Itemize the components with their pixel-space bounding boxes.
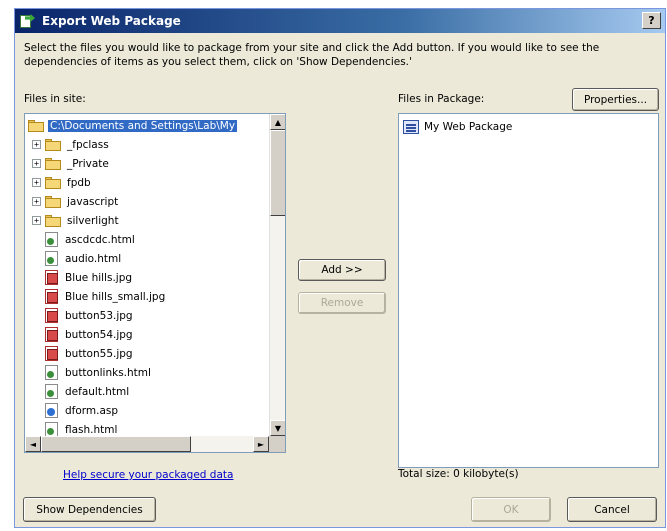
horizontal-scroll-thumb[interactable]	[41, 436, 191, 452]
tree-item-label: ascdcdc.html	[65, 233, 135, 246]
title-bar[interactable]: Export Web Package ?	[15, 9, 665, 33]
tree-item-label: C:\Documents and Settings\Lab\My	[48, 119, 238, 132]
folder-icon	[28, 119, 44, 132]
tree-item-label: button53.jpg	[65, 309, 133, 322]
tree-item-label: _fpclass	[67, 138, 109, 151]
files-in-site-tree[interactable]: C:\Documents and Settings\Lab\My + _fpclas…	[24, 113, 286, 453]
help-secure-link[interactable]: Help secure your packaged data	[63, 469, 233, 481]
web-package-icon	[403, 120, 419, 134]
expand-icon[interactable]: +	[32, 178, 41, 187]
expand-icon[interactable]: +	[32, 140, 41, 149]
export-icon	[20, 14, 36, 28]
file-tree-item[interactable]: default.html	[25, 382, 271, 401]
tree-item-label: buttonlinks.html	[65, 366, 151, 379]
horizontal-scrollbar[interactable]: ◄ ►	[25, 436, 269, 452]
files-in-package-list[interactable]: My Web Package	[398, 113, 659, 468]
jpg-file-icon	[45, 346, 58, 361]
scroll-down-icon[interactable]: ▼	[270, 420, 285, 436]
jpg-file-icon	[45, 308, 58, 323]
tree-item-label: Blue hills_small.jpg	[65, 290, 166, 303]
file-tree-item[interactable]: Blue hills_small.jpg	[25, 287, 271, 306]
expand-icon[interactable]: +	[32, 159, 41, 168]
package-item[interactable]: My Web Package	[403, 120, 512, 134]
remove-button[interactable]: Remove	[298, 292, 386, 314]
file-tree-item[interactable]: button54.jpg	[25, 325, 271, 344]
properties-button[interactable]: Properties...	[572, 88, 659, 111]
jpg-file-icon	[45, 270, 58, 285]
tree-item-label: flash.html	[65, 423, 118, 436]
ok-button[interactable]: OK	[471, 497, 551, 522]
file-tree-item[interactable]: ascdcdc.html	[25, 230, 271, 249]
tree-item-label: button55.jpg	[65, 347, 133, 360]
cancel-button[interactable]: Cancel	[567, 497, 657, 522]
tree-item-label: button54.jpg	[65, 328, 133, 341]
tree-item-label: fpdb	[67, 176, 91, 189]
scrollbar-corner	[269, 436, 285, 452]
folder-tree-item[interactable]: C:\Documents and Settings\Lab\My	[25, 116, 271, 135]
scroll-left-icon[interactable]: ◄	[25, 436, 41, 452]
folder-tree-item[interactable]: + silverlight	[25, 211, 271, 230]
tree-item-label: default.html	[65, 385, 130, 398]
jpg-file-icon	[45, 327, 58, 342]
file-tree-item[interactable]: button53.jpg	[25, 306, 271, 325]
folder-tree-item[interactable]: + javascript	[25, 192, 271, 211]
package-item-label: My Web Package	[424, 121, 513, 133]
show-dependencies-button[interactable]: Show Dependencies	[23, 497, 156, 522]
html-file-icon	[45, 251, 58, 266]
tree-item-label: silverlight	[67, 214, 119, 227]
folder-tree-item[interactable]: + fpdb	[25, 173, 271, 192]
folder-icon	[45, 157, 61, 170]
tree-item-label: Blue hills.jpg	[65, 271, 133, 284]
tree-item-label: javascript	[67, 195, 119, 208]
html-file-icon	[45, 422, 58, 437]
vertical-scrollbar[interactable]: ▲ ▼	[269, 114, 285, 436]
file-tree-item[interactable]: button55.jpg	[25, 344, 271, 363]
scroll-right-icon[interactable]: ►	[253, 436, 269, 452]
scroll-up-icon[interactable]: ▲	[270, 114, 285, 130]
total-size-text: Total size: 0 kilobyte(s)	[398, 468, 519, 480]
folder-tree-item[interactable]: + _fpclass	[25, 135, 271, 154]
window-title: Export Web Package	[42, 14, 181, 28]
file-tree-item[interactable]: buttonlinks.html	[25, 363, 271, 382]
html-file-icon	[45, 232, 58, 247]
folder-icon	[45, 176, 61, 189]
html-file-icon	[45, 384, 58, 399]
folder-icon	[45, 195, 61, 208]
tree-item-label: audio.html	[65, 252, 122, 265]
file-tree-item[interactable]: audio.html	[25, 249, 271, 268]
files-in-site-label: Files in site:	[24, 93, 86, 105]
tree-item-label: _Private	[67, 157, 109, 170]
expand-icon[interactable]: +	[32, 216, 41, 225]
tree-item-label: dform.asp	[65, 404, 119, 417]
file-tree-item[interactable]: Blue hills.jpg	[25, 268, 271, 287]
instructions-text: Select the files you would like to packa…	[24, 42, 600, 68]
folder-icon	[45, 138, 61, 151]
file-tree-item[interactable]: dform.asp	[25, 401, 271, 420]
folder-icon	[45, 214, 61, 227]
add-button[interactable]: Add >>	[298, 259, 386, 281]
help-button[interactable]: ?	[642, 12, 661, 29]
asp-file-icon	[45, 403, 58, 418]
export-web-package-dialog: Export Web Package ? Select the files yo…	[14, 8, 666, 528]
jpg-file-icon	[45, 289, 58, 304]
files-in-package-label: Files in Package:	[398, 93, 485, 105]
folder-tree-item[interactable]: + _Private	[25, 154, 271, 173]
html-file-icon	[45, 365, 58, 380]
vertical-scroll-thumb[interactable]	[270, 130, 285, 216]
expand-icon[interactable]: +	[32, 197, 41, 206]
